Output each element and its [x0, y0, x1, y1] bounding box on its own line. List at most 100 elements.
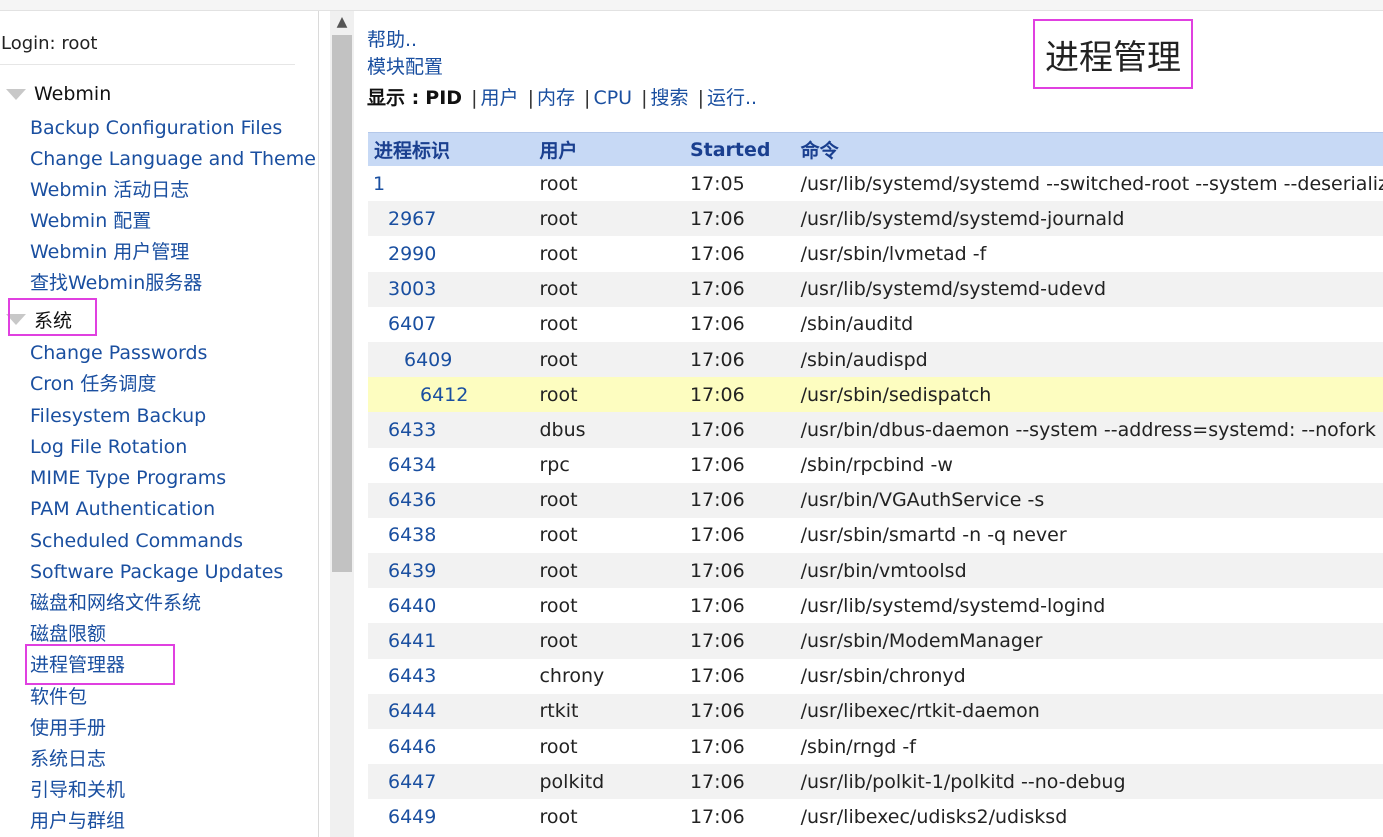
sidebar-item-disk-quotas[interactable]: 磁盘限额	[30, 622, 106, 646]
pid-link[interactable]: 6447	[388, 771, 436, 793]
pid-link[interactable]: 6409	[404, 349, 452, 371]
sidebar-item-cron[interactable]: Cron 任务调度	[30, 372, 156, 396]
pid-link[interactable]: 1	[373, 173, 385, 195]
cell-started: 17:06	[689, 588, 801, 624]
sidebar-item-bootup-shutdown[interactable]: 引导和关机	[30, 778, 125, 802]
cell-started: 17:06	[689, 236, 801, 272]
sidebar-item-scheduled-commands[interactable]: Scheduled Commands	[30, 529, 243, 553]
scrollbar[interactable]: ▲	[330, 11, 354, 837]
sidebar-item-change-passwords[interactable]: Change Passwords	[30, 341, 207, 365]
sidebar-item-software-packages[interactable]: 软件包	[30, 685, 87, 709]
table-row: 6441 root 17:06/usr/sbin/ModemManager	[368, 623, 1383, 659]
category-webmin[interactable]: Webmin	[6, 81, 111, 107]
sidebar-item-webmin-actions-log[interactable]: Webmin 活动日志	[30, 178, 189, 202]
cell-started: 17:06	[689, 482, 801, 518]
cell-started: 17:06	[689, 764, 801, 800]
pid-link[interactable]: 3003	[388, 278, 436, 300]
column-header-user[interactable]: 用户	[539, 132, 690, 166]
pid-link[interactable]: 6412	[420, 384, 468, 406]
column-header-pid[interactable]: 进程标识	[368, 132, 540, 166]
cell-pid: 2967	[368, 201, 540, 237]
column-header-started[interactable]: Started	[689, 132, 801, 166]
table-row: 3003 root 17:06/usr/lib/systemd/systemd-ud…	[368, 271, 1383, 307]
pid-link[interactable]: 6444	[388, 700, 436, 722]
cell-user: chrony	[539, 658, 690, 694]
table-row: 6407 root 17:06/sbin/auditd	[368, 306, 1383, 342]
cell-command: /usr/bin/vmtoolsd	[800, 553, 1383, 589]
cell-user: dbus	[539, 412, 690, 448]
cell-started: 17:06	[689, 201, 801, 237]
sidebar-item-webmin-config[interactable]: Webmin 配置	[30, 209, 151, 233]
table-row: 6449 root 17:06/usr/libexec/udisks2/udisks…	[368, 799, 1383, 835]
display-run-link[interactable]: 运行..	[707, 87, 757, 109]
sidebar-item-change-language[interactable]: Change Language and Theme	[30, 147, 316, 171]
pid-link[interactable]: 6449	[388, 806, 436, 828]
display-by-cpu-link[interactable]: CPU	[593, 87, 632, 109]
pid-link[interactable]: 2967	[388, 208, 436, 230]
category-label: Webmin	[34, 83, 112, 105]
sidebar-item-filesystem-backup[interactable]: Filesystem Backup	[30, 404, 206, 428]
table-row: 6447 polkitd 17:06/usr/lib/polkit-1/polkit…	[368, 764, 1383, 800]
cell-command: /sbin/rngd -f	[800, 729, 1383, 765]
pid-link[interactable]: 6440	[388, 595, 436, 617]
pid-link[interactable]: 6438	[388, 524, 436, 546]
top-border	[0, 0, 1383, 11]
sidebar-item-system-logs[interactable]: 系统日志	[30, 747, 106, 771]
pid-link[interactable]: 6436	[388, 489, 436, 511]
highlight-box-system	[8, 298, 97, 336]
pid-link[interactable]: 2990	[388, 243, 436, 265]
cell-user: root	[539, 306, 690, 342]
cell-user: root	[539, 236, 690, 272]
display-by-user-link[interactable]: 用户	[481, 87, 519, 109]
cell-command: /usr/sbin/lvmetad -f	[800, 236, 1383, 272]
pid-link[interactable]: 6434	[388, 454, 436, 476]
cell-user: polkitd	[539, 764, 690, 800]
cell-pid: 6439	[368, 553, 540, 589]
collapse-triangle-icon	[6, 88, 26, 100]
cell-user: root	[539, 517, 690, 554]
display-by-memory-link[interactable]: 内存	[537, 87, 575, 109]
cell-pid: 6412	[368, 377, 540, 413]
cell-pid: 6407	[368, 306, 540, 342]
cell-command: /usr/lib/systemd/systemd --switched-root…	[800, 166, 1383, 202]
module-config-link[interactable]: 模块配置	[367, 52, 443, 79]
sidebar-item-webmin-users[interactable]: Webmin 用户管理	[30, 240, 189, 264]
table-row: 6409 root 17:06/sbin/audispd	[368, 341, 1383, 378]
sidebar-item-disk-network-fs[interactable]: 磁盘和网络文件系统	[30, 591, 201, 615]
pid-link[interactable]: 6446	[388, 736, 436, 758]
table-row: 6440 root 17:06/usr/lib/systemd/systemd-lo…	[368, 588, 1383, 624]
cell-pid: 6434	[368, 447, 540, 483]
cell-pid: 6444	[368, 693, 540, 729]
pid-link[interactable]: 6443	[388, 665, 436, 687]
table-row: 6439 root 17:06/usr/bin/vmtoolsd	[368, 553, 1383, 589]
display-search-link[interactable]: 搜索	[651, 87, 689, 109]
cell-command: /usr/lib/systemd/systemd-logind	[800, 588, 1383, 624]
cell-user: root	[539, 729, 690, 765]
pid-link[interactable]: 6441	[388, 630, 436, 652]
cell-pid: 6447	[368, 764, 540, 800]
cell-started: 17:06	[689, 658, 801, 694]
pid-link[interactable]: 6433	[388, 419, 436, 441]
scroll-up-arrow-icon[interactable]: ▲	[330, 11, 354, 33]
table-row: 6434 rpc 17:06/sbin/rpcbind -w	[368, 447, 1383, 483]
cell-started: 17:06	[689, 377, 801, 413]
sidebar-item-manual-pages[interactable]: 使用手册	[30, 716, 106, 740]
sidebar-item-log-rotation[interactable]: Log File Rotation	[30, 435, 187, 459]
cell-started: 17:06	[689, 271, 801, 307]
pid-link[interactable]: 6439	[388, 560, 436, 582]
sidebar-item-users-groups[interactable]: 用户与群组	[30, 809, 125, 833]
sidebar-item-backup-config[interactable]: Backup Configuration Files	[30, 116, 282, 140]
cell-user: rtkit	[539, 693, 690, 729]
help-link[interactable]: 帮助..	[367, 25, 417, 52]
sidebar-item-mime-types[interactable]: MIME Type Programs	[30, 466, 226, 490]
display-mode-bar: 显示 : PID | 用户 | 内存 | CPU | 搜索 | 运行..	[367, 87, 758, 109]
cell-command: /usr/sbin/chronyd	[800, 658, 1383, 694]
cell-command: /usr/sbin/ModemManager	[800, 623, 1383, 659]
column-header-command[interactable]: 命令	[800, 132, 1383, 166]
pid-link[interactable]: 6407	[388, 313, 436, 335]
sidebar-item-software-updates[interactable]: Software Package Updates	[30, 560, 283, 584]
sidebar-item-pam[interactable]: PAM Authentication	[30, 497, 215, 521]
sidebar-item-find-webmin-servers[interactable]: 查找Webmin服务器	[30, 271, 202, 295]
scrollbar-thumb[interactable]	[332, 35, 352, 572]
cell-command: /sbin/audispd	[800, 341, 1383, 378]
